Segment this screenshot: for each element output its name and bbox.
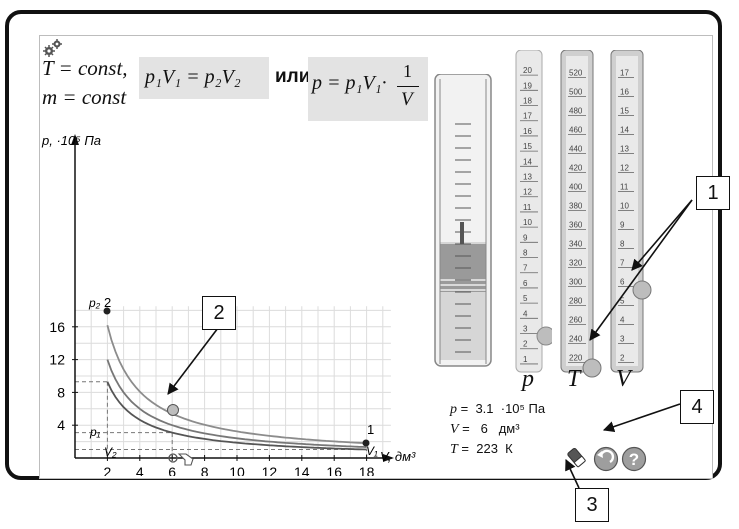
callout-arrows — [167, 199, 693, 489]
callout-4: 4 — [680, 390, 714, 424]
callout-2: 2 — [202, 296, 236, 330]
callout-1: 1 — [696, 176, 730, 210]
callout-3: 3 — [575, 488, 609, 522]
